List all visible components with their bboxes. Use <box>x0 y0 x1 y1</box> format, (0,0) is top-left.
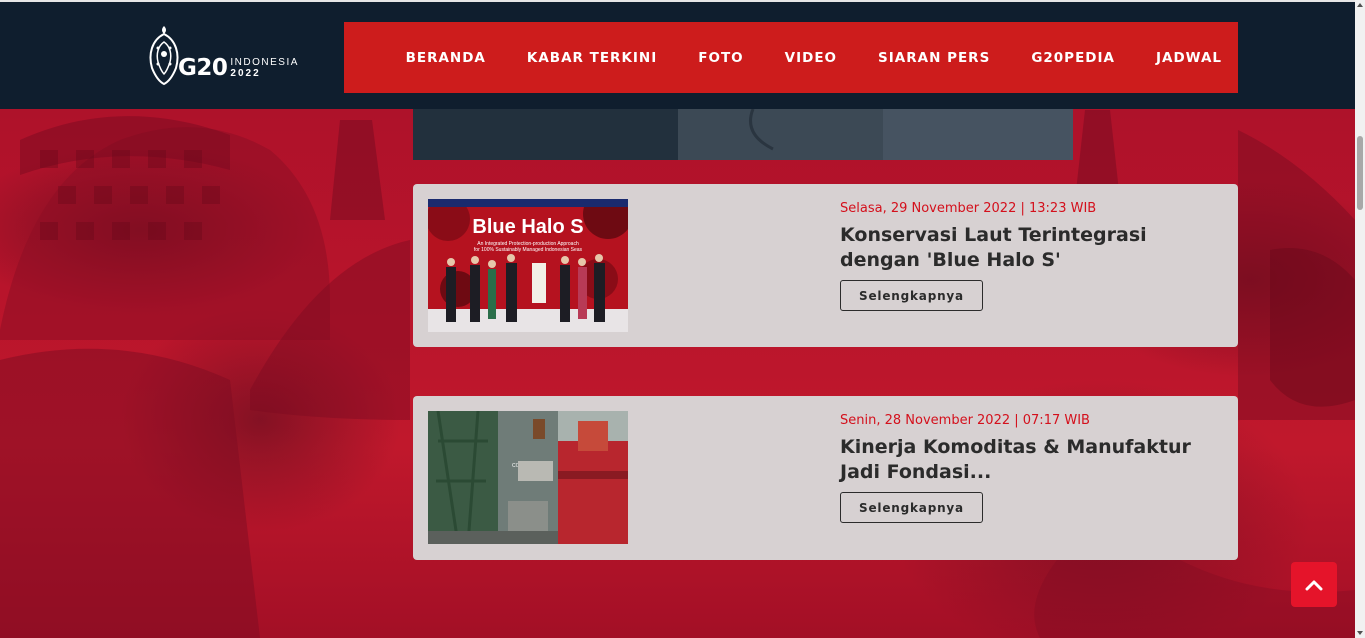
thumb-subline-2: for 100% Sustainably Managed Indonesian … <box>474 247 583 253</box>
page-scrollbar[interactable] <box>1355 0 1365 638</box>
nav-item-g20pedia[interactable]: G20PEDIA <box>1031 50 1115 66</box>
read-more-button[interactable]: Selengkapnya <box>840 280 983 311</box>
news-card: CC 05-1 Senin, 28 November 2022 | 07:17 … <box>413 396 1238 560</box>
nav-item-foto[interactable]: FOTO <box>698 50 743 66</box>
back-to-top-button[interactable] <box>1291 562 1337 607</box>
g20-batik-mark-icon <box>149 26 179 86</box>
nav-item-kabar-terkini[interactable]: KABAR TERKINI <box>527 50 657 66</box>
main-navigation: BERANDA KABAR TERKINI FOTO VIDEO SIARAN … <box>344 22 1238 93</box>
port-cargo-photo: CC 05-1 <box>428 411 628 544</box>
g20-logo[interactable]: G20 INDONESIA 2022 <box>146 22 321 88</box>
blue-halo-event-photo: Blue Halo S An Integrated Protection-pro… <box>428 199 628 332</box>
previous-news-thumbnail <box>413 109 1073 160</box>
news-title[interactable]: Konservasi Laut Terintegrasi dengan 'Blu… <box>840 223 1230 273</box>
logo-subtext: INDONESIA 2022 <box>230 57 299 79</box>
logo-country: INDONESIA <box>230 57 299 68</box>
chevron-up-icon <box>1305 580 1323 590</box>
logo-year: 2022 <box>230 68 261 79</box>
scrollbar-thumb[interactable] <box>1357 136 1363 210</box>
news-card: Blue Halo S An Integrated Protection-pro… <box>413 184 1238 347</box>
site-header: G20 INDONESIA 2022 BERANDA KABAR TERKINI… <box>0 0 1355 109</box>
logo-brand-text: G20 <box>178 55 228 81</box>
news-date: Selasa, 29 November 2022 | 13:23 WIB <box>840 201 1097 216</box>
news-thumbnail[interactable]: Blue Halo S An Integrated Protection-pro… <box>428 199 628 332</box>
thumb-headline: Blue Halo S <box>472 216 583 238</box>
nav-item-siaran-pers[interactable]: SIARAN PERS <box>878 50 990 66</box>
news-title[interactable]: Kinerja Komoditas & Manufaktur Jadi Fond… <box>840 435 1230 485</box>
nav-item-beranda[interactable]: BERANDA <box>406 50 486 66</box>
scroll-up-arrow-icon[interactable] <box>1357 3 1363 7</box>
news-date: Senin, 28 November 2022 | 07:17 WIB <box>840 413 1090 428</box>
previous-news-card-partial[interactable] <box>413 109 1073 160</box>
read-more-button[interactable]: Selengkapnya <box>840 492 983 523</box>
nav-item-jadwal[interactable]: JADWAL <box>1156 50 1222 66</box>
news-thumbnail[interactable]: CC 05-1 <box>428 411 628 544</box>
scroll-down-arrow-icon[interactable] <box>1357 631 1363 635</box>
nav-item-video[interactable]: VIDEO <box>785 50 837 66</box>
